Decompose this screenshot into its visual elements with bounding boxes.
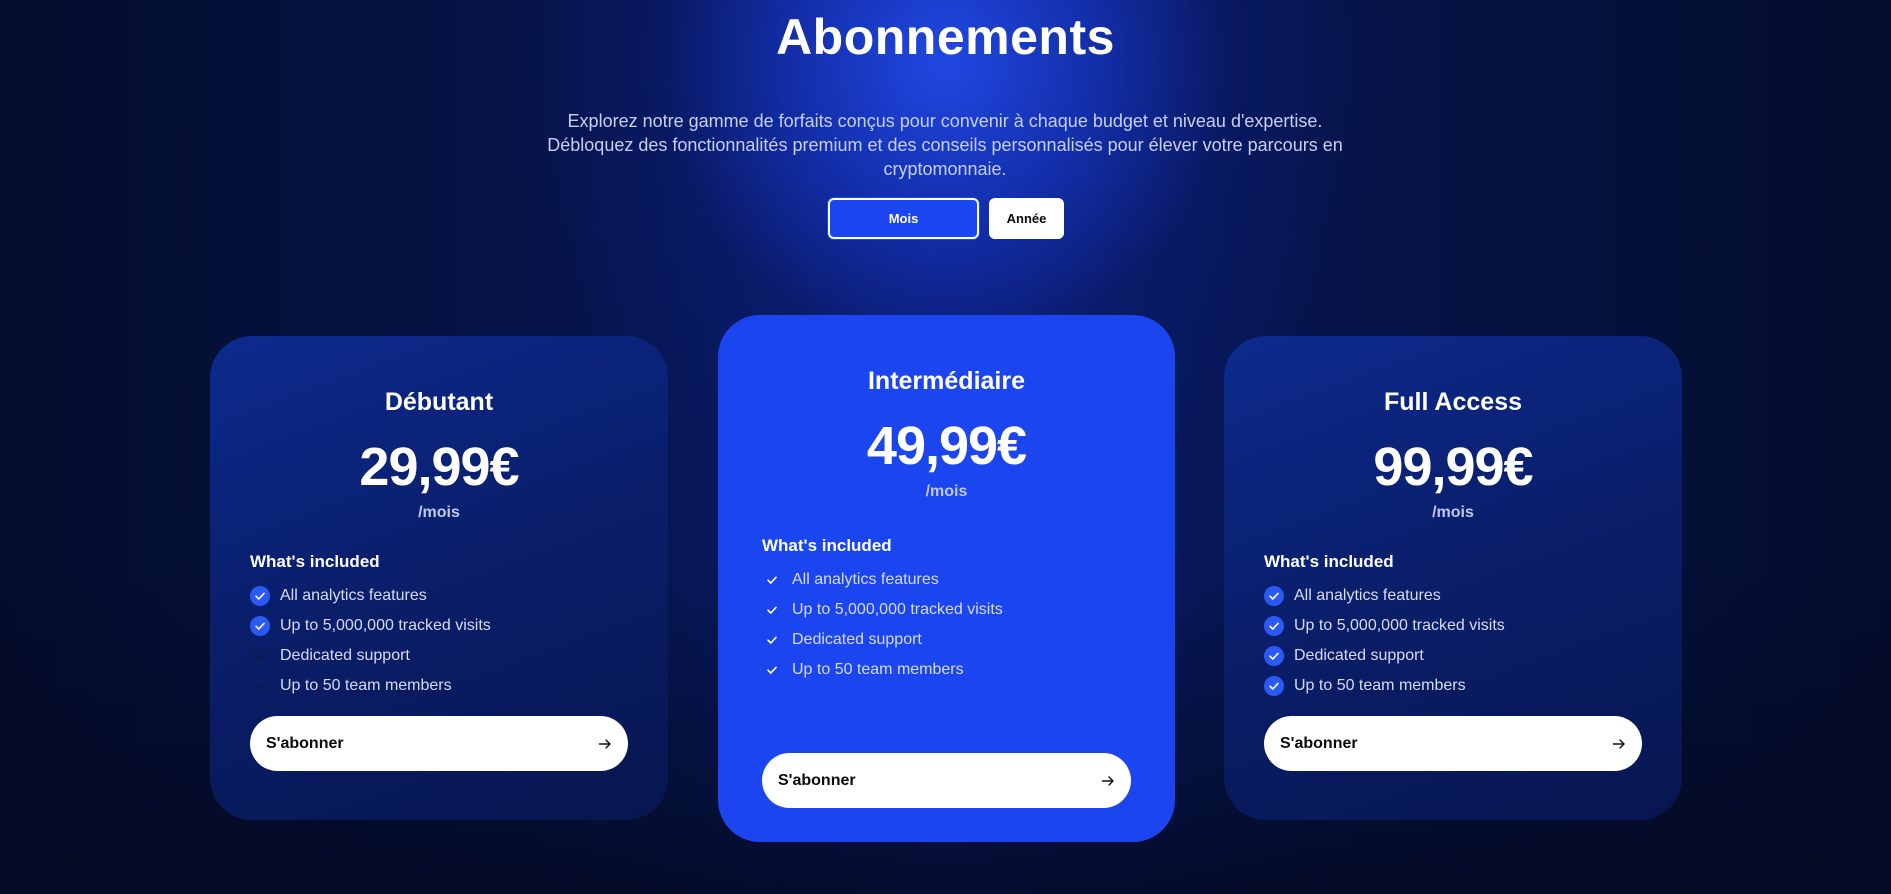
- arrow-right-icon: [1612, 738, 1625, 749]
- feature-item: All analytics features: [250, 581, 491, 611]
- feature-item: Up to 50 team members: [250, 671, 491, 701]
- check-circle-inactive-icon: [250, 676, 270, 696]
- feature-label: Dedicated support: [1294, 647, 1424, 664]
- feature-list: All analytics features Up to 5,000,000 t…: [762, 565, 1003, 685]
- arrow-right-icon: [1101, 775, 1114, 786]
- check-circle-icon: [250, 586, 270, 606]
- page-title: Abonnements: [776, 9, 1115, 65]
- billing-toggle: Mois Année: [828, 198, 1064, 239]
- check-circle-icon: [250, 616, 270, 636]
- check-icon: [762, 600, 782, 620]
- plan-period: /mois: [925, 483, 968, 500]
- plan-card-intermediaire: Intermédiaire 49,99€ /mois What's includ…: [718, 315, 1175, 842]
- plan-period: /mois: [418, 504, 460, 521]
- feature-label: Up to 50 team members: [280, 677, 452, 694]
- feature-item: Dedicated support: [250, 641, 491, 671]
- page-subtitle: Explorez notre gamme de forfaits conçus …: [547, 111, 1343, 179]
- check-circle-icon: [1264, 586, 1284, 606]
- feature-label: All analytics features: [280, 587, 427, 604]
- feature-label: Up to 5,000,000 tracked visits: [792, 601, 1003, 618]
- plan-price: 99,99€: [1373, 437, 1533, 497]
- check-icon: [762, 660, 782, 680]
- plan-period: /mois: [1432, 504, 1474, 521]
- check-circle-icon: [1264, 616, 1284, 636]
- feature-list: All analytics features Up to 5,000,000 t…: [1264, 581, 1505, 701]
- plan-price: 29,99€: [359, 437, 519, 497]
- check-circle-icon: [1264, 676, 1284, 696]
- included-heading: What's included: [762, 536, 892, 555]
- monthly-toggle-button[interactable]: Mois: [828, 198, 979, 239]
- plan-price: 49,99€: [866, 416, 1027, 476]
- feature-label: Dedicated support: [280, 647, 410, 664]
- feature-item: All analytics features: [1264, 581, 1505, 611]
- included-heading: What's included: [1264, 552, 1394, 571]
- subscribe-button-label: S'abonner: [778, 771, 856, 789]
- yearly-toggle-button[interactable]: Année: [989, 198, 1064, 239]
- plan-card-full-access: Full Access 99,99€ /mois What's included…: [1224, 336, 1682, 820]
- feature-item: Up to 5,000,000 tracked visits: [250, 611, 491, 641]
- feature-label: Up to 50 team members: [1294, 677, 1466, 694]
- feature-item: Up to 50 team members: [1264, 671, 1505, 701]
- plan-name: Débutant: [384, 388, 494, 416]
- subscribe-button-full-access[interactable]: S'abonner: [1264, 716, 1642, 771]
- feature-item: Dedicated support: [762, 625, 1003, 655]
- subscribe-button-intermediaire[interactable]: S'abonner: [762, 753, 1131, 808]
- feature-list: All analytics features Up to 5,000,000 t…: [250, 581, 491, 701]
- plan-card-debutant: Débutant 29,99€ /mois What's included Al…: [210, 336, 668, 820]
- included-heading: What's included: [250, 552, 380, 571]
- feature-label: Up to 50 team members: [792, 661, 964, 678]
- subscribe-button-debutant[interactable]: S'abonner: [250, 716, 628, 771]
- subscribe-button-label: S'abonner: [1280, 734, 1358, 752]
- feature-item: All analytics features: [762, 565, 1003, 595]
- feature-label: All analytics features: [792, 571, 939, 588]
- check-icon: [762, 570, 782, 590]
- check-circle-inactive-icon: [250, 646, 270, 666]
- feature-label: Up to 5,000,000 tracked visits: [1294, 617, 1505, 634]
- arrow-right-icon: [598, 738, 611, 749]
- feature-item: Up to 5,000,000 tracked visits: [1264, 611, 1505, 641]
- plan-name: Full Access: [1383, 388, 1523, 416]
- check-circle-icon: [1264, 646, 1284, 666]
- subscribe-button-label: S'abonner: [266, 734, 344, 752]
- feature-item: Up to 50 team members: [762, 655, 1003, 685]
- feature-item: Up to 5,000,000 tracked visits: [762, 595, 1003, 625]
- feature-item: Dedicated support: [1264, 641, 1505, 671]
- feature-label: Dedicated support: [792, 631, 922, 648]
- plan-name: Intermédiaire: [867, 367, 1025, 395]
- feature-label: All analytics features: [1294, 587, 1441, 604]
- feature-label: Up to 5,000,000 tracked visits: [280, 617, 491, 634]
- check-icon: [762, 630, 782, 650]
